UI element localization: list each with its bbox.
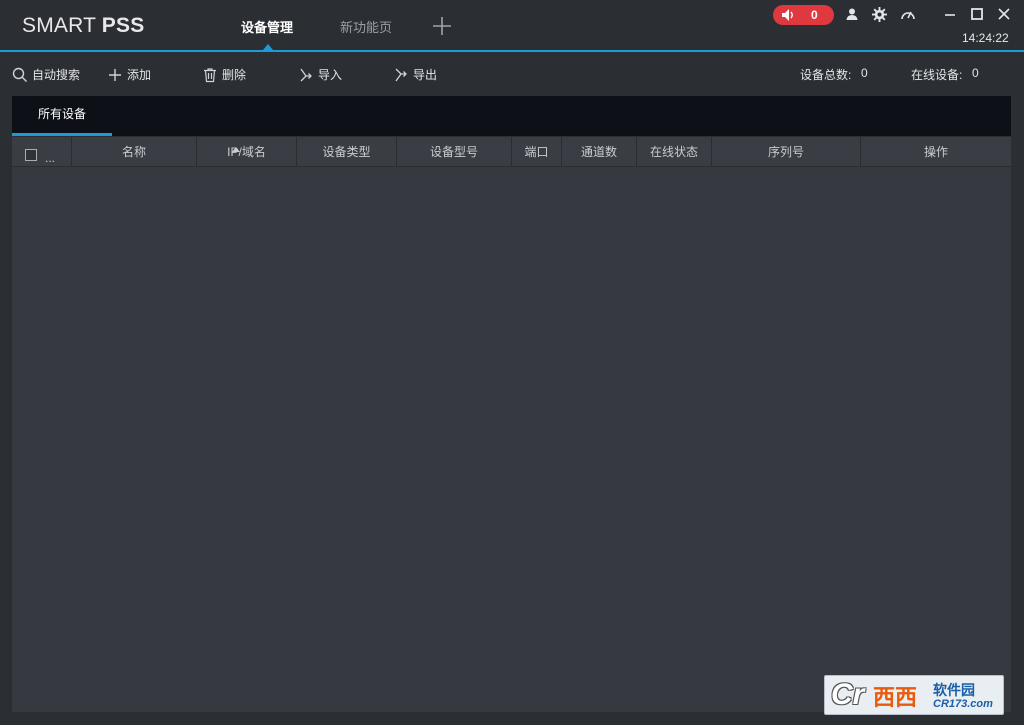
alarm-count: 0 — [811, 8, 818, 22]
delete-label: 删除 — [222, 68, 247, 82]
active-tab-indicator — [263, 44, 273, 50]
column-header-ip[interactable]: IP/域名 — [197, 137, 297, 167]
online-devices-label: 在线设备: — [911, 68, 963, 82]
column-header-name[interactable]: 名称 — [72, 137, 240, 167]
auto-search-label: 自动搜索 — [32, 68, 81, 82]
export-icon — [395, 68, 407, 81]
title-bar: SMART PSS 设备管理 新功能页 0 14:24:22 — [0, 0, 1024, 52]
online-devices-value: 0 — [972, 66, 979, 80]
add-button[interactable]: 添加 — [107, 66, 151, 83]
watermark-name: 软件园 — [933, 682, 975, 698]
toolbar: 自动搜索 添加 删除 导入 导出 设备总数: 0 在线设备: 0 — [0, 54, 1024, 94]
speaker-icon — [781, 8, 795, 25]
minimize-icon[interactable] — [943, 7, 959, 23]
device-group-tabs: 所有设备 — [12, 96, 1011, 136]
total-devices-label: 设备总数: — [800, 68, 852, 82]
add-tab-icon[interactable] — [431, 15, 453, 37]
export-label: 导出 — [413, 68, 438, 82]
site-watermark: Cr 西西 软件园 CR173.com — [824, 675, 1004, 715]
app-logo: SMART PSS — [22, 14, 145, 37]
select-column-header: ... — [12, 137, 72, 167]
clock: 14:24:22 — [962, 31, 1009, 45]
column-header-channels[interactable]: 通道数 — [562, 137, 637, 167]
total-devices-value: 0 — [861, 66, 868, 80]
column-header-device-type[interactable]: 设备类型 — [297, 137, 397, 167]
auto-search-button[interactable]: 自动搜索 — [12, 66, 80, 83]
performance-gauge-icon[interactable] — [900, 7, 916, 23]
maximize-icon[interactable] — [970, 7, 986, 23]
device-table: ... 名称 IP/域名 设备类型 设备型号 端口 通道数 在线状态 序列号 操… — [12, 137, 1011, 712]
column-header-online-status[interactable]: 在线状态 — [637, 137, 712, 167]
more-icon[interactable]: ... — [45, 143, 55, 173]
column-header-port[interactable]: 端口 — [512, 137, 562, 167]
column-header-device-model[interactable]: 设备型号 — [397, 137, 512, 167]
table-header: ... 名称 IP/域名 设备类型 设备型号 端口 通道数 在线状态 序列号 操… — [12, 137, 1011, 167]
tab-device-management[interactable]: 设备管理 — [241, 17, 293, 36]
search-icon — [12, 67, 27, 82]
select-all-checkbox[interactable] — [25, 149, 37, 161]
column-header-operation[interactable]: 操作 — [861, 137, 1011, 167]
import-button[interactable]: 导入 — [298, 66, 342, 83]
watermark-url: CR173.com — [933, 698, 993, 710]
alarm-button[interactable]: 0 — [773, 5, 834, 25]
delete-button[interactable]: 删除 — [202, 66, 246, 83]
plus-icon — [109, 68, 121, 81]
watermark-brand: 西西 — [873, 685, 918, 710]
user-icon[interactable] — [845, 7, 861, 23]
import-icon — [300, 68, 312, 81]
watermark-mark: Cr — [831, 678, 865, 711]
tab-all-devices[interactable]: 所有设备 — [12, 96, 112, 136]
import-label: 导入 — [318, 68, 343, 82]
trash-icon — [204, 67, 216, 82]
add-label: 添加 — [127, 68, 152, 82]
column-label: 名称 — [121, 145, 146, 159]
gear-icon[interactable] — [872, 7, 888, 23]
column-header-serial-number[interactable]: 序列号 — [712, 137, 861, 167]
tab-new-feature[interactable]: 新功能页 — [340, 17, 392, 36]
close-icon[interactable] — [997, 7, 1013, 23]
export-button[interactable]: 导出 — [393, 66, 437, 83]
